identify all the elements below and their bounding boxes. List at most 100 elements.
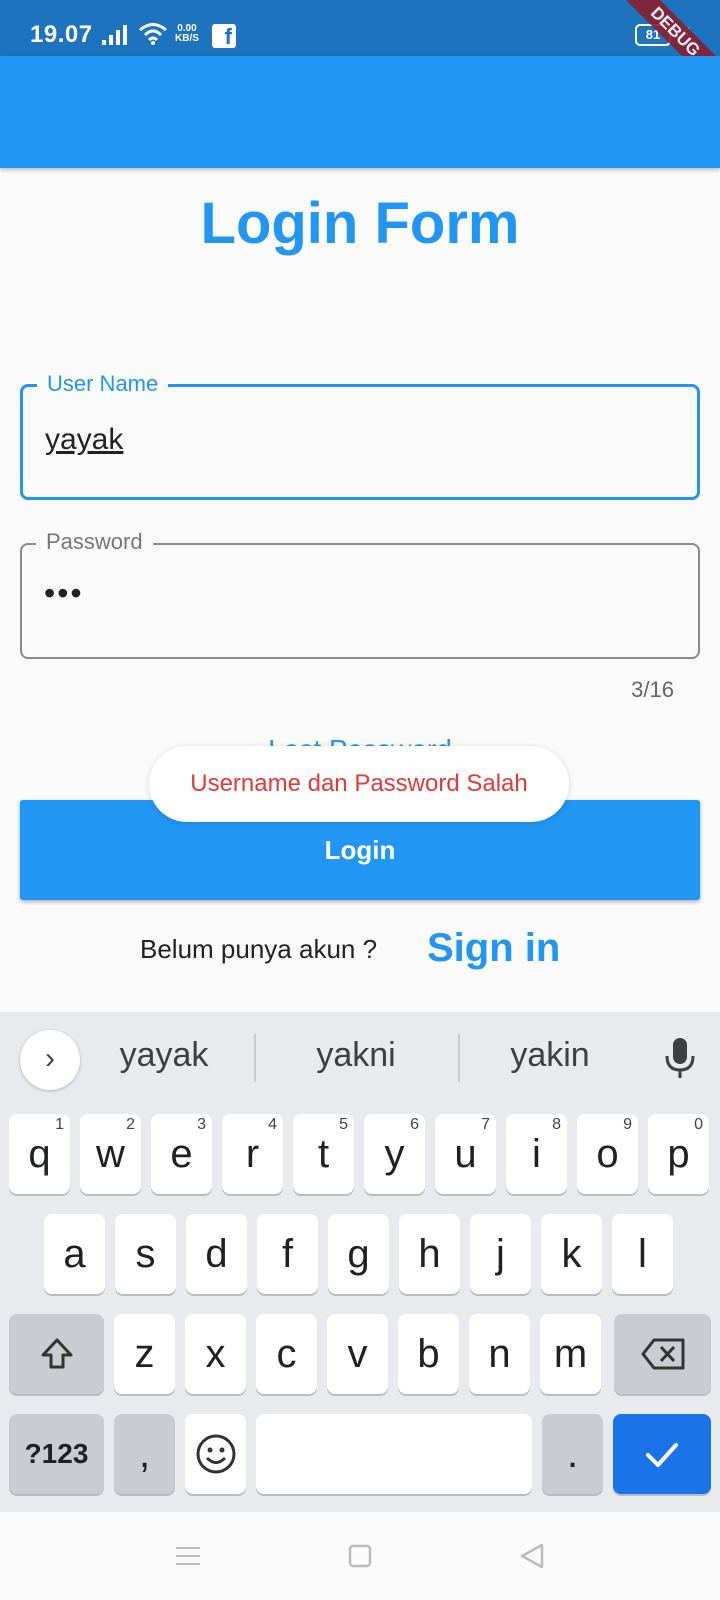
suggestion-2[interactable]: yakni [266, 1036, 446, 1075]
key-s[interactable]: s [115, 1214, 176, 1294]
key-w[interactable]: w2 [80, 1114, 141, 1194]
menu-icon[interactable] [172, 1540, 204, 1572]
key-r[interactable]: r4 [222, 1114, 283, 1194]
key-label: , [138, 1432, 151, 1476]
password-field[interactable]: Password ••• [20, 529, 700, 659]
key-v[interactable]: v [327, 1314, 388, 1394]
space-key[interactable] [256, 1414, 532, 1494]
emoji-key[interactable] [185, 1414, 246, 1494]
key-k[interactable]: k [541, 1214, 602, 1294]
key-hint: 7 [481, 1116, 490, 1133]
key-b[interactable]: b [398, 1314, 459, 1394]
key-z[interactable]: z [114, 1314, 175, 1394]
navigation-bar [0, 1512, 720, 1600]
key-label: f [281, 1232, 294, 1276]
key-hint: 8 [552, 1116, 561, 1133]
back-triangle-icon[interactable] [516, 1540, 548, 1572]
key-o[interactable]: o9 [577, 1114, 638, 1194]
key-hint: 9 [623, 1116, 632, 1133]
shift-key[interactable] [9, 1314, 104, 1394]
signup-prompt: Belum punya akun ? [140, 934, 378, 964]
key-hint: 6 [410, 1116, 419, 1133]
key-hint: 4 [268, 1116, 277, 1133]
backspace-key[interactable] [614, 1314, 711, 1394]
key-h[interactable]: h [399, 1214, 460, 1294]
key-t[interactable]: t5 [293, 1114, 354, 1194]
status-bar: 19.07 0.00 KB/S f 81 ⚡ DEBUG [0, 0, 720, 101]
key-d[interactable]: d [186, 1214, 247, 1294]
app-screen: 19.07 0.00 KB/S f 81 ⚡ DEBUG Login Form … [0, 0, 720, 1600]
key-label: o [596, 1132, 619, 1176]
key-label: x [205, 1332, 226, 1376]
suggestion-3[interactable]: yakin [460, 1036, 640, 1075]
wifi-icon [139, 23, 167, 45]
key-c[interactable]: c [256, 1314, 317, 1394]
key-n[interactable]: n [469, 1314, 530, 1394]
key-label: v [347, 1332, 368, 1376]
password-label: Password [36, 529, 153, 555]
symbols-key[interactable]: ?123 [9, 1414, 104, 1494]
key-label: z [134, 1332, 155, 1376]
chevron-right-icon[interactable]: › [20, 1030, 80, 1090]
status-time: 19.07 [30, 21, 93, 48]
checkmark-icon [646, 1443, 678, 1467]
key-l[interactable]: l [612, 1214, 673, 1294]
home-square-icon[interactable] [344, 1540, 376, 1572]
username-input[interactable]: yayak [45, 423, 123, 457]
key-y[interactable]: y6 [364, 1114, 425, 1194]
microphone-icon[interactable] [660, 1034, 700, 1084]
key-hint: 3 [197, 1116, 206, 1133]
signal-icon [102, 25, 127, 45]
key-label: j [496, 1232, 505, 1276]
key-g[interactable]: g [328, 1214, 389, 1294]
username-label: User Name [37, 371, 169, 397]
key-hint: 2 [126, 1116, 135, 1133]
key-label: w [96, 1132, 125, 1176]
speed-unit: KB/S [175, 33, 199, 44]
key-label: t [317, 1132, 330, 1176]
done-key[interactable] [613, 1414, 711, 1494]
key-x[interactable]: x [185, 1314, 246, 1394]
key-label: c [276, 1332, 297, 1376]
key-label: l [638, 1232, 647, 1276]
key-label: m [553, 1332, 588, 1376]
emoji-icon [196, 1434, 235, 1474]
key-label: i [532, 1132, 541, 1176]
suggestion-1[interactable]: yayak [74, 1036, 254, 1075]
soft-keyboard: › yayak yakni yakin q1w2e3r4t5y6u7i8o9p0… [0, 1012, 720, 1512]
suggestion-strip: › yayak yakni yakin [0, 1012, 720, 1106]
key-m[interactable]: m [540, 1314, 601, 1394]
password-char-counter: 3/16 [631, 677, 674, 702]
key-f[interactable]: f [257, 1214, 318, 1294]
page-title: Login Form [200, 191, 520, 256]
key-label: ?123 [24, 1438, 89, 1469]
backspace-icon [641, 1338, 684, 1370]
key-q[interactable]: q1 [9, 1114, 70, 1194]
key-j[interactable]: j [470, 1214, 531, 1294]
key-label: q [28, 1132, 51, 1176]
key-u[interactable]: u7 [435, 1114, 496, 1194]
key-i[interactable]: i8 [506, 1114, 567, 1194]
error-toast: Username dan Password Salah [149, 746, 569, 822]
key-label: d [205, 1232, 228, 1276]
key-hint: 1 [55, 1116, 64, 1133]
app-bar [0, 56, 720, 168]
key-a[interactable]: a [44, 1214, 105, 1294]
network-speed: 0.00 KB/S [175, 24, 199, 44]
key-label: s [135, 1232, 156, 1276]
key-label: . [566, 1432, 579, 1476]
username-field[interactable]: User Name yayak [20, 371, 700, 500]
key-p[interactable]: p0 [648, 1114, 709, 1194]
key-label: h [418, 1232, 441, 1276]
signin-link[interactable]: Sign in [427, 926, 560, 971]
facebook-icon: f [212, 24, 236, 49]
key-label: k [561, 1232, 582, 1276]
comma-key[interactable]: , [114, 1414, 175, 1494]
period-key[interactable]: . [542, 1414, 603, 1494]
key-hint: 5 [339, 1116, 348, 1133]
key-label: g [347, 1232, 370, 1276]
key-label: r [245, 1132, 260, 1176]
signup-row: Belum punya akun ? Sign in [0, 926, 720, 972]
password-input[interactable]: ••• [44, 575, 84, 612]
key-e[interactable]: e3 [151, 1114, 212, 1194]
